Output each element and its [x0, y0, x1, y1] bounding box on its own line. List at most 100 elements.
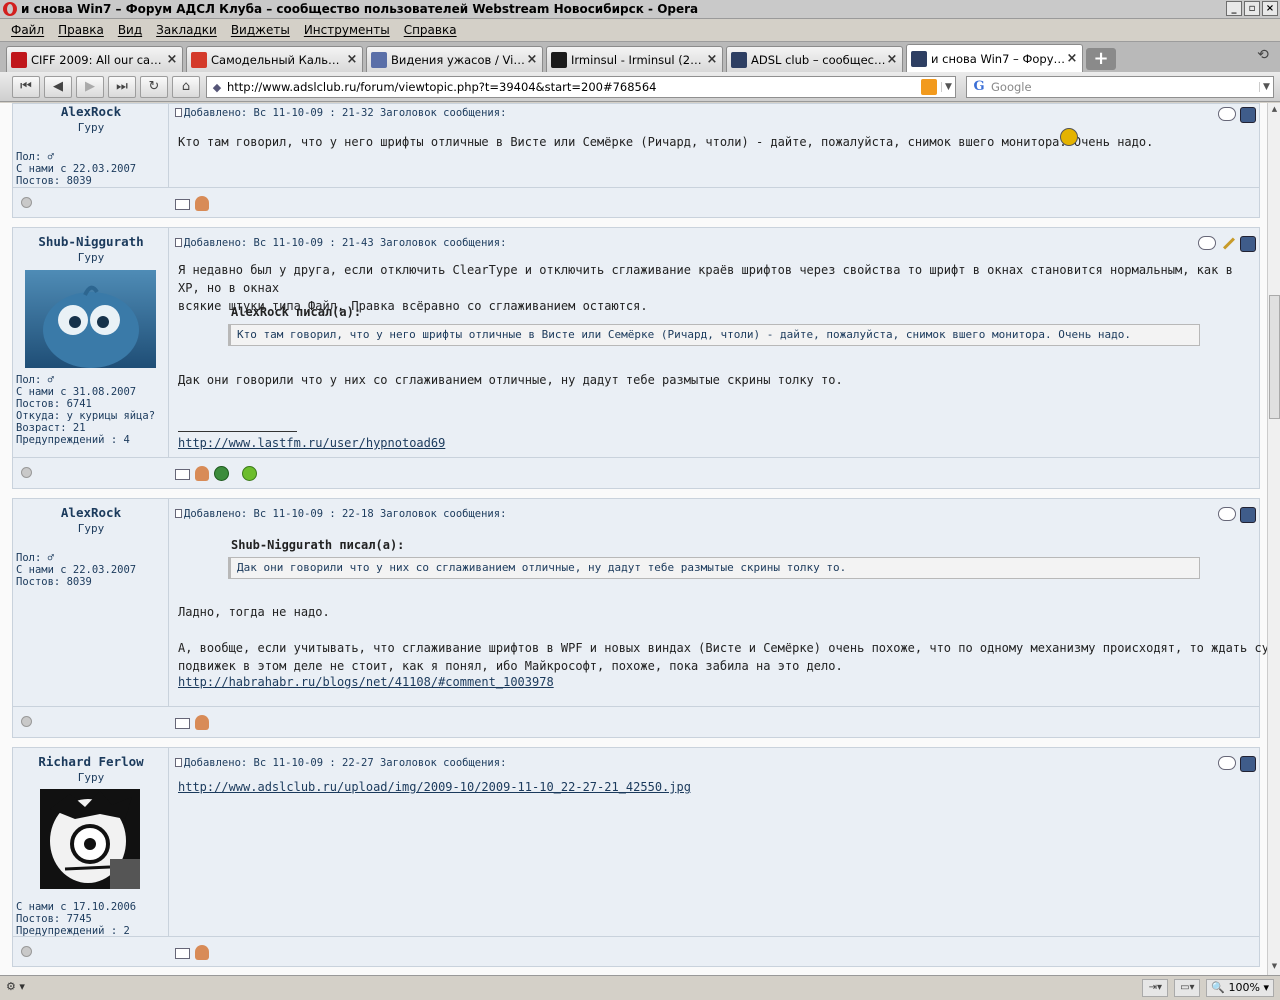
menu-help[interactable]: Справка — [397, 23, 464, 37]
image-mode-icon[interactable]: ▭▾ — [1174, 979, 1201, 997]
tab-close-icon[interactable]: × — [346, 52, 358, 67]
menu-widgets[interactable]: Виджеты — [224, 23, 297, 37]
ip-icon[interactable] — [1240, 756, 1256, 772]
post-link[interactable]: http://www.adslclub.ru/upload/img/2009-1… — [178, 780, 691, 794]
forward-button[interactable]: ▶ — [76, 75, 104, 98]
author-name[interactable]: Richard Ferlow — [13, 754, 169, 769]
rewind-button[interactable]: ⏮ — [12, 75, 40, 98]
tab-ciff[interactable]: CIFF 2009: All our capsul... × — [6, 46, 183, 72]
author-info: Пол: ♂ С нами с 22.03.2007 Постов: 8039 — [16, 151, 136, 187]
private-message-icon[interactable] — [195, 196, 209, 211]
zoom-control[interactable]: 🔍 100% ▾ — [1206, 979, 1274, 997]
minimize-button[interactable]: _ — [1226, 1, 1242, 16]
quote-icon[interactable] — [1218, 107, 1236, 121]
menu-file[interactable]: Файл — [4, 23, 51, 37]
author-name[interactable]: Shub-Niggurath — [13, 234, 169, 249]
private-message-icon[interactable] — [195, 945, 209, 960]
post-doc-icon[interactable] — [175, 238, 182, 247]
back-to-top-icon[interactable] — [21, 467, 32, 478]
address-dropdown-icon[interactable]: ▼ — [941, 82, 955, 92]
back-to-top-icon[interactable] — [21, 197, 32, 208]
panel-toggle-icon[interactable]: ⚙ ▾ — [6, 980, 38, 996]
post-text-line: А, вообще, если учитывать, что сглаживан… — [178, 641, 1267, 655]
post-doc-icon[interactable] — [175, 758, 182, 767]
search-input[interactable]: Google — [991, 80, 1259, 94]
post-link[interactable]: http://habrahabr.ru/blogs/net/41108/#com… — [178, 675, 554, 689]
back-to-top-icon[interactable] — [21, 716, 32, 727]
quote-icon[interactable] — [1198, 236, 1216, 250]
address-input[interactable]: http://www.adslclub.ru/forum/viewtopic.p… — [227, 80, 921, 94]
author-rank: Гуру — [77, 522, 105, 535]
menu-tools[interactable]: Инструменты — [297, 23, 397, 37]
tab-close-icon[interactable]: × — [526, 52, 538, 67]
private-message-icon[interactable] — [195, 466, 209, 481]
back-button[interactable]: ◀ — [44, 75, 72, 98]
ip-icon[interactable] — [1240, 236, 1256, 252]
footer-icons — [175, 715, 209, 730]
scroll-down-icon[interactable]: ▼ — [1269, 962, 1280, 973]
tab-close-icon[interactable]: × — [166, 52, 178, 67]
post-actions — [1218, 756, 1256, 772]
fast-forward-button[interactable]: ⏭ — [108, 75, 136, 98]
forum-post: AlexRock Гуру Пол: ♂ С нами с 22.03.2007… — [12, 103, 1260, 218]
page-content: AlexRock Гуру Пол: ♂ С нами с 22.03.2007… — [0, 103, 1267, 975]
tab-close-icon[interactable]: × — [706, 52, 718, 67]
post-text-line: Ладно, тогда не надо. — [178, 605, 330, 619]
rss-icon[interactable] — [921, 79, 937, 95]
post-doc-icon[interactable] — [175, 509, 182, 518]
author-posts: Постов: 8039 — [16, 576, 92, 588]
edit-icon[interactable] — [1220, 236, 1236, 252]
tab-kalyan[interactable]: Самодельный Кальян ч... × — [186, 46, 363, 72]
tab-win7-forum[interactable]: и снова Win7 – Форум ... × — [906, 44, 1083, 72]
private-message-icon[interactable] — [195, 715, 209, 730]
window-controls: _ ▫ × — [1226, 1, 1278, 16]
tab-close-icon[interactable]: × — [886, 52, 898, 67]
search-dropdown-icon[interactable]: ▼ — [1259, 82, 1273, 92]
post-doc-icon[interactable] — [175, 108, 182, 117]
scroll-up-icon[interactable]: ▲ — [1269, 105, 1280, 116]
tab-irminsul[interactable]: Irminsul - Irminsul (2009) - ... × — [546, 46, 723, 72]
tab-visions[interactable]: Видения ужасов / Vision... × — [366, 46, 543, 72]
tab-favicon-icon — [371, 51, 387, 68]
quote-icon[interactable] — [1218, 756, 1236, 770]
vertical-scrollbar[interactable]: ▲ ▼ — [1267, 103, 1280, 975]
author-name[interactable]: AlexRock — [13, 104, 169, 119]
back-to-top-icon[interactable] — [21, 946, 32, 957]
signature-link[interactable]: http://www.lastfm.ru/user/hypnotoad69 — [178, 436, 445, 450]
opera-logo-icon[interactable] — [3, 2, 17, 16]
menu-view[interactable]: Вид — [111, 23, 149, 37]
tab-favicon-icon — [551, 51, 567, 68]
trash-icon[interactable]: ⟲ — [1252, 47, 1274, 67]
smiley-icon — [1060, 128, 1078, 146]
google-icon[interactable]: G — [971, 79, 987, 95]
post-text: Дак они говорили что у них со сглаживани… — [178, 373, 843, 387]
forum-post: Richard Ferlow Гуру С нами с 17.10.2006 … — [12, 747, 1260, 967]
profile-icon[interactable] — [175, 199, 190, 210]
home-button[interactable]: ⌂ — [172, 75, 200, 98]
scrollbar-thumb[interactable] — [1269, 295, 1280, 419]
maximize-button[interactable]: ▫ — [1244, 1, 1260, 16]
ip-icon[interactable] — [1240, 107, 1256, 123]
tab-adsl-club[interactable]: ADSL club – сообщеcтв... × — [726, 46, 903, 72]
post-header: Добавлено: Вс 11-10-09 : 21-43 Заголовок… — [175, 237, 506, 249]
tab-label: Самодельный Кальян ч... — [211, 52, 346, 67]
quote-icon[interactable] — [1218, 507, 1236, 521]
signature-divider — [178, 431, 297, 432]
turbo-icon[interactable]: ⇥▾ — [1142, 979, 1169, 997]
reload-button[interactable]: ↻ — [140, 75, 168, 98]
menu-bookmarks[interactable]: Закладки — [149, 23, 224, 37]
search-box[interactable]: G Google ▼ — [966, 76, 1274, 98]
menu-edit[interactable]: Правка — [51, 23, 111, 37]
ip-icon[interactable] — [1240, 507, 1256, 523]
icq-icon[interactable] — [242, 466, 257, 481]
tab-close-icon[interactable]: × — [1066, 51, 1078, 66]
website-icon[interactable] — [214, 466, 229, 481]
profile-icon[interactable] — [175, 718, 190, 729]
profile-icon[interactable] — [175, 469, 190, 480]
profile-icon[interactable] — [175, 948, 190, 959]
address-bar[interactable]: ◆ http://www.adslclub.ru/forum/viewtopic… — [206, 76, 956, 98]
new-tab-button[interactable]: + — [1086, 48, 1116, 70]
author-name[interactable]: AlexRock — [13, 505, 169, 520]
close-button[interactable]: × — [1262, 1, 1278, 16]
